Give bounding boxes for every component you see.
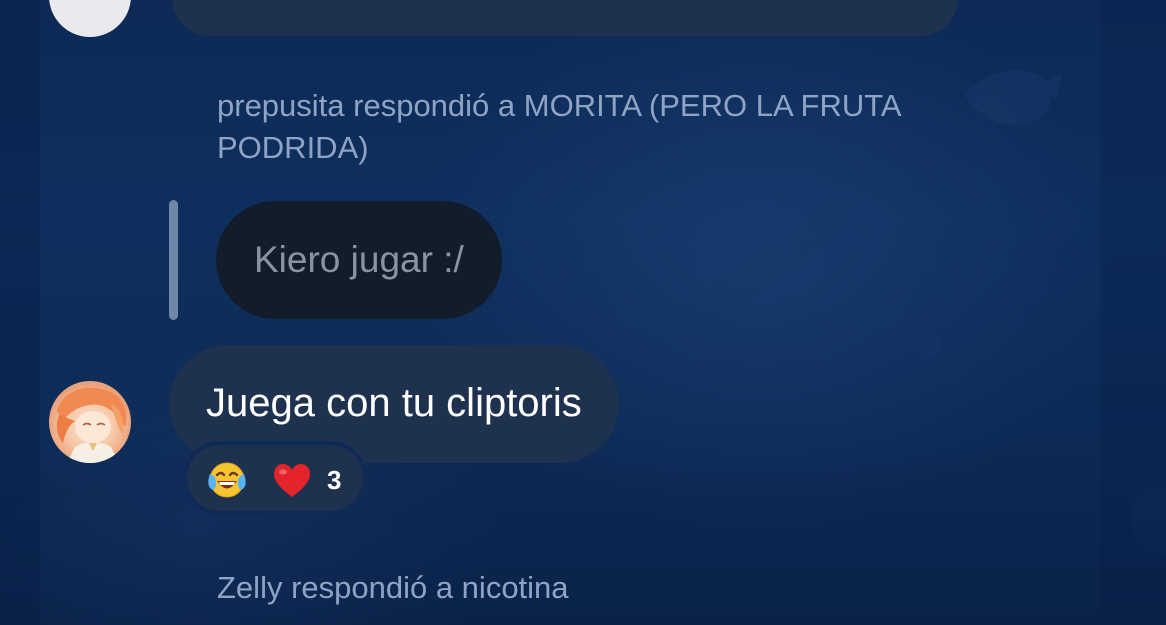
quoted-message-bubble[interactable]: Kiero jugar :/ [216, 201, 502, 319]
message-bubble[interactable] [172, 0, 958, 36]
reply-header: prepusita respondió a MORITA (PERO LA FR… [217, 88, 900, 165]
reaction-count: 3 [327, 465, 342, 495]
quote-bar [169, 200, 178, 320]
face-with-tears-of-joy-icon [208, 462, 246, 498]
reply-header: Zelly respondió a nicotina [217, 570, 569, 605]
avatar[interactable] [49, 381, 131, 463]
avatar-image [56, 387, 127, 463]
red-heart-icon [274, 464, 310, 497]
avatar[interactable] [49, 0, 131, 37]
reactions-pill[interactable]: 3 [183, 441, 367, 515]
